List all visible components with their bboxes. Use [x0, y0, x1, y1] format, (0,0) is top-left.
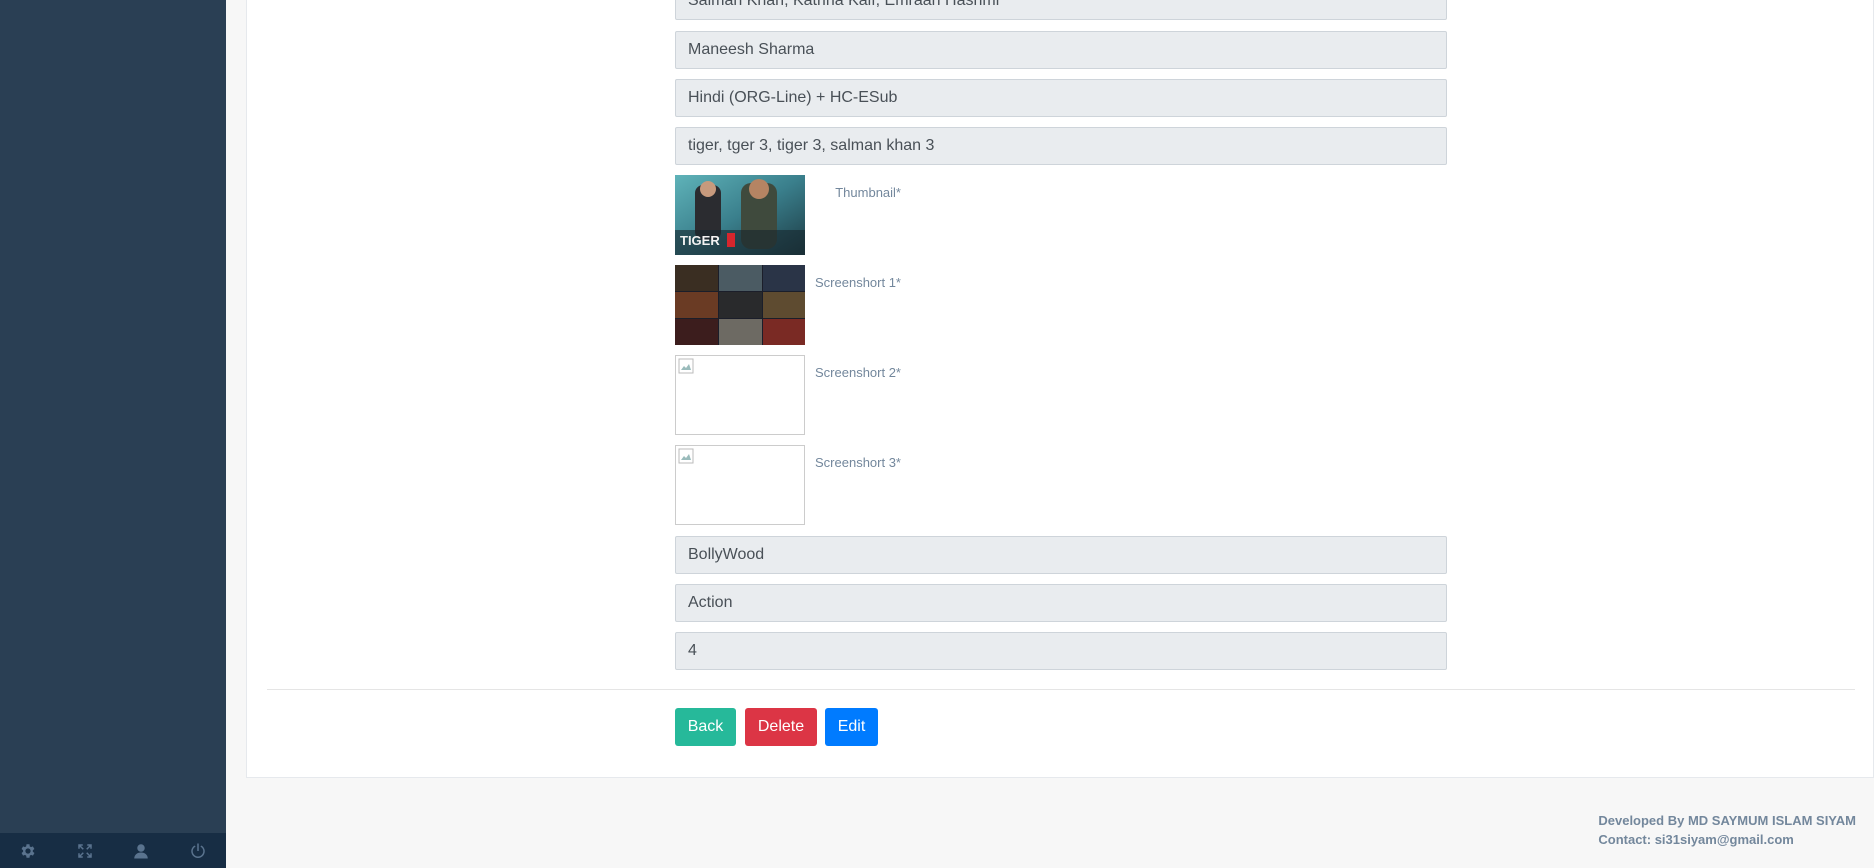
views-field: 4 — [675, 632, 1447, 670]
page-footer: Developed By MD SAYMUM ISLAM SIYAM Conta… — [1598, 811, 1856, 849]
edit-button[interactable]: Edit — [825, 708, 878, 746]
screenshot3-image-broken — [675, 445, 805, 525]
sub-category-field: Action — [675, 584, 1447, 622]
delete-button[interactable]: Delete — [745, 708, 817, 746]
screenshot1-image — [675, 265, 805, 345]
casts-field: Salman Khan, Katrina Kaif, Emraan Hashmi — [675, 0, 1447, 20]
thumbnail-image: TIGER — [675, 175, 805, 255]
screenshot2-image-broken — [675, 355, 805, 435]
back-button[interactable]: Back — [675, 708, 736, 746]
keywords-field: tiger, tger 3, tiger 3, salman khan 3 — [675, 127, 1447, 165]
broken-image-icon — [678, 358, 694, 374]
developer-credit: Developed By MD SAYMUM ISLAM SIYAM — [1598, 813, 1856, 828]
fullscreen-button[interactable] — [57, 833, 114, 868]
category-field: BollyWood — [675, 536, 1447, 574]
developer-contact: Contact: si31siyam@gmail.com — [1598, 832, 1794, 847]
settings-button[interactable] — [0, 833, 57, 868]
broken-image-icon — [678, 448, 694, 464]
divider — [267, 689, 1855, 690]
logout-button[interactable] — [170, 833, 227, 868]
user-button[interactable] — [113, 833, 170, 868]
sidebar-footer — [0, 833, 226, 868]
sidebar — [0, 0, 226, 868]
director-field: Maneesh Sharma — [675, 31, 1447, 69]
fullscreen-icon — [78, 843, 92, 858]
movie-detail-panel: Casts Salman Khan, Katrina Kaif, Emraan … — [246, 0, 1874, 778]
language-field: Hindi (ORG-Line) + HC-ESub — [675, 79, 1447, 117]
power-icon — [191, 843, 205, 858]
user-icon — [134, 843, 148, 858]
poster-title: TIGER — [680, 233, 720, 248]
gear-icon — [21, 843, 35, 858]
